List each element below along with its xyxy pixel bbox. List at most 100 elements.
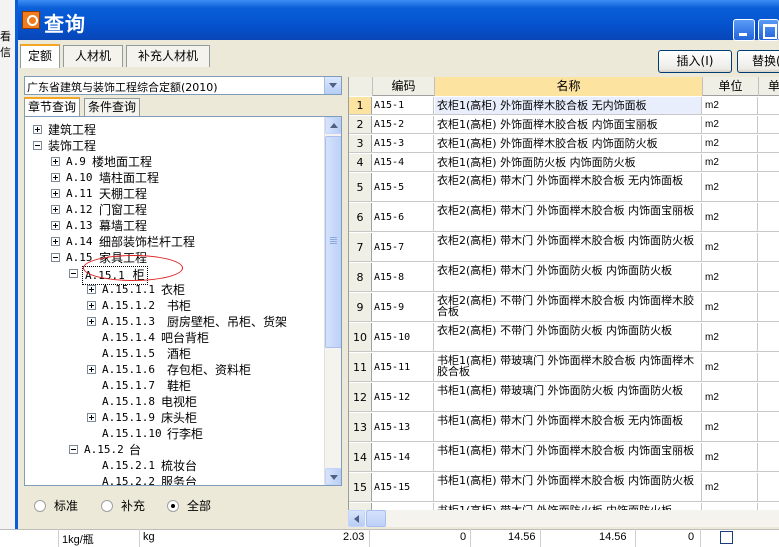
row-index[interactable]: 11 — [349, 353, 372, 381]
table-row[interactable]: 3 A15-3 衣柜1(高柜) 外饰面榉木胶合板 内饰面防火板 m2 — [349, 135, 779, 153]
row-index[interactable]: 8 — [349, 263, 372, 291]
tab-chapter-query[interactable]: 章节查询 — [24, 97, 81, 117]
scroll-up-arrow-icon[interactable] — [325, 117, 341, 134]
tab-labor-material-machine[interactable]: 人材机 — [63, 45, 123, 67]
scroll-down-arrow-icon[interactable] — [325, 468, 341, 485]
row-index[interactable]: 10 — [349, 323, 372, 351]
tree-node[interactable]: A.14 细部装饰栏杆工程 — [47, 234, 267, 250]
tree-node[interactable]: A.15.1.6 存包柜、资料柜 — [83, 362, 323, 378]
expand-plus-icon[interactable] — [87, 365, 96, 374]
table-row[interactable]: 5 A15-5 衣柜2(高柜) 带木门 外饰面榉木胶合板 无内饰面板 m2 — [349, 173, 779, 202]
row-index[interactable]: 3 — [349, 135, 372, 152]
expand-plus-icon[interactable] — [87, 317, 96, 326]
table-row[interactable]: 6 A15-6 衣柜2(高柜) 带木门 外饰面榉木胶合板 内饰面宝丽板 m2 — [349, 203, 779, 232]
tree-node[interactable]: A.10 墙柱面工程 — [47, 170, 247, 186]
minimize-button[interactable] — [733, 19, 755, 41]
tree-vertical-scrollbar[interactable] — [324, 117, 341, 485]
expand-plus-icon[interactable] — [51, 157, 60, 166]
scroll-thumb[interactable] — [325, 136, 341, 348]
column-header-unit[interactable]: 单位 — [703, 77, 759, 96]
tree-node-code: A.11 — [66, 187, 93, 200]
row-index[interactable]: 16 — [349, 503, 372, 510]
expand-plus-icon[interactable] — [87, 413, 96, 422]
radio-selected-icon[interactable] — [167, 500, 179, 512]
table-row[interactable]: 8 A15-8 衣柜2(高柜) 带木门 外饰面防火板 内饰面防火板 m2 — [349, 263, 779, 292]
radio-circle-icon[interactable] — [34, 500, 46, 512]
tree-node[interactable]: A.15.1.8 电视柜 — [83, 394, 323, 410]
collapse-minus-icon[interactable] — [51, 253, 60, 262]
table-row[interactable]: 13 A15-13 书柜1(高柜) 带木门 外饰面榉木胶合板 无内饰面板 m2 — [349, 413, 779, 442]
table-row[interactable]: 7 A15-7 衣柜2(高柜) 带木门 外饰面榉木胶合板 内饰面防火板 m2 — [349, 233, 779, 262]
horizontal-scroll-thumb[interactable] — [366, 510, 386, 527]
row-index[interactable]: 7 — [349, 233, 372, 261]
expand-plus-icon[interactable] — [51, 205, 60, 214]
tab-condition-query[interactable]: 条件查询 — [84, 98, 141, 116]
grid-horizontal-scrollbar[interactable] — [348, 510, 779, 527]
expand-plus-icon[interactable] — [51, 173, 60, 182]
row-index[interactable]: 4 — [349, 154, 372, 171]
tree-node[interactable]: A.15.1.2 书柜 — [83, 298, 323, 314]
expand-plus-icon[interactable] — [87, 301, 96, 310]
tab-supplement-labor-material-machine[interactable]: 补充人材机 — [126, 45, 210, 67]
tree-node[interactable]: A.15.1.7 鞋柜 — [83, 378, 323, 394]
row-index[interactable]: 13 — [349, 413, 372, 441]
tree-node[interactable]: A.15.1.3 厨房壁柜、吊柜、货架 — [83, 314, 323, 330]
expand-plus-icon[interactable] — [33, 125, 42, 134]
insert-button[interactable]: 插入(I) — [658, 50, 732, 73]
radio-standard[interactable]: 标准 — [34, 498, 94, 516]
expand-plus-icon[interactable] — [51, 189, 60, 198]
background-checkbox[interactable] — [720, 531, 733, 544]
chevron-down-icon[interactable] — [324, 77, 341, 94]
row-index[interactable]: 15 — [349, 473, 372, 501]
tree-node[interactable]: A.15.1.4 吧台背柜 — [83, 330, 323, 346]
tree-node[interactable]: A.11 天棚工程 — [47, 186, 247, 202]
collapse-minus-icon[interactable] — [69, 445, 78, 454]
tree-node[interactable]: A.12 门窗工程 — [47, 202, 247, 218]
chapter-tree[interactable]: 建筑工程 装饰工程 A.9 楼地面工程 A.10 墙柱面工程 A.11 天棚工程 — [24, 116, 342, 486]
expand-plus-icon[interactable] — [87, 285, 96, 294]
table-row[interactable]: 16A15-16书柜1(高柜) 带木门 外饰面防火板 内饰面防火板m2 — [349, 503, 779, 510]
row-index[interactable]: 1 — [349, 97, 372, 114]
radio-circle-icon[interactable] — [101, 500, 113, 512]
column-header-price[interactable]: 单 — [759, 77, 779, 96]
radio-supplement[interactable]: 补充 — [101, 498, 161, 516]
maximize-button[interactable] — [758, 19, 779, 41]
tree-node[interactable]: A.15.1.1 衣柜 — [83, 282, 323, 298]
quota-library-select[interactable]: 广东省建筑与装饰工程综合定额(2010) — [24, 76, 342, 95]
row-index[interactable]: 9 — [349, 293, 372, 321]
column-header-name[interactable]: 名称 — [435, 77, 703, 96]
tree-node[interactable]: A.15.1.5 酒柜 — [83, 346, 323, 362]
expand-plus-icon[interactable] — [51, 237, 60, 246]
row-index[interactable]: 5 — [349, 173, 372, 201]
collapse-minus-icon[interactable] — [33, 141, 42, 150]
expand-plus-icon[interactable] — [51, 221, 60, 230]
table-row[interactable]: 11 A15-11 书柜1(高柜) 带玻璃门 外饰面榉木胶合板 内饰面榉木胶合板 m2 — [349, 353, 779, 382]
row-index[interactable]: 14 — [349, 443, 372, 471]
row-index[interactable]: 2 — [349, 116, 372, 133]
table-row[interactable]: 10 A15-10 衣柜2(高柜) 不带门 外饰面防火板 内饰面防火板 m2 — [349, 323, 779, 352]
table-row[interactable]: 14 A15-14 书柜1(高柜) 带木门 外饰面榉木胶合板 内饰面宝丽板 m2 — [349, 443, 779, 472]
table-row[interactable]: 9 A15-9 衣柜2(高柜) 不带门 外饰面榉木胶合板 内饰面榉木胶合板 m2 — [349, 293, 779, 322]
table-row[interactable]: 12 A15-12 书柜1(高柜) 带玻璃门 外饰面防火板 内饰面防火板 m2 — [349, 383, 779, 412]
tree-node[interactable]: A.15.1.10 行李柜 — [83, 426, 323, 442]
row-index[interactable]: 12 — [349, 383, 372, 411]
tree-node[interactable]: A.15.2.1 梳妆台 — [83, 458, 323, 474]
quota-grid[interactable]: 编码 名称 单位 单 1 A15-1 衣柜1(高柜) 外饰面榉木胶合板 无内饰面板 m… — [348, 77, 779, 510]
tree-node[interactable]: A.9 楼地面工程 — [47, 154, 247, 170]
table-row[interactable]: 1 A15-1 衣柜1(高柜) 外饰面榉木胶合板 无内饰面板 m2 — [349, 97, 779, 115]
table-row[interactable]: 4 A15-4 衣柜1(高柜) 外饰面防火板 内饰面防火板 m2 — [349, 154, 779, 172]
title-bar[interactable]: 查询 — [18, 0, 779, 41]
scroll-left-arrow-icon[interactable] — [348, 510, 365, 527]
tree-node[interactable]: A.13 幕墙工程 — [47, 218, 247, 234]
replace-button[interactable]: 替换( — [737, 50, 779, 73]
radio-all[interactable]: 全部 — [167, 498, 227, 516]
column-header-code[interactable]: 编码 — [373, 77, 435, 96]
table-row[interactable]: 15 A15-15 书柜1(高柜) 带木门 外饰面榉木胶合板 内饰面防火板 m2 — [349, 473, 779, 502]
row-index[interactable]: 6 — [349, 203, 372, 231]
tree-node[interactable]: A.15.2 台 — [65, 442, 265, 458]
tab-quota[interactable]: 定额 — [20, 44, 60, 68]
collapse-minus-icon[interactable] — [69, 269, 78, 278]
table-row[interactable]: 2 A15-2 衣柜1(高柜) 外饰面榉木胶合板 内饰面宝丽板 m2 — [349, 116, 779, 134]
tree-node[interactable]: A.15.1.9 床头柜 — [83, 410, 323, 426]
tree-node[interactable]: A.15.2.2 服务台 — [83, 474, 323, 485]
